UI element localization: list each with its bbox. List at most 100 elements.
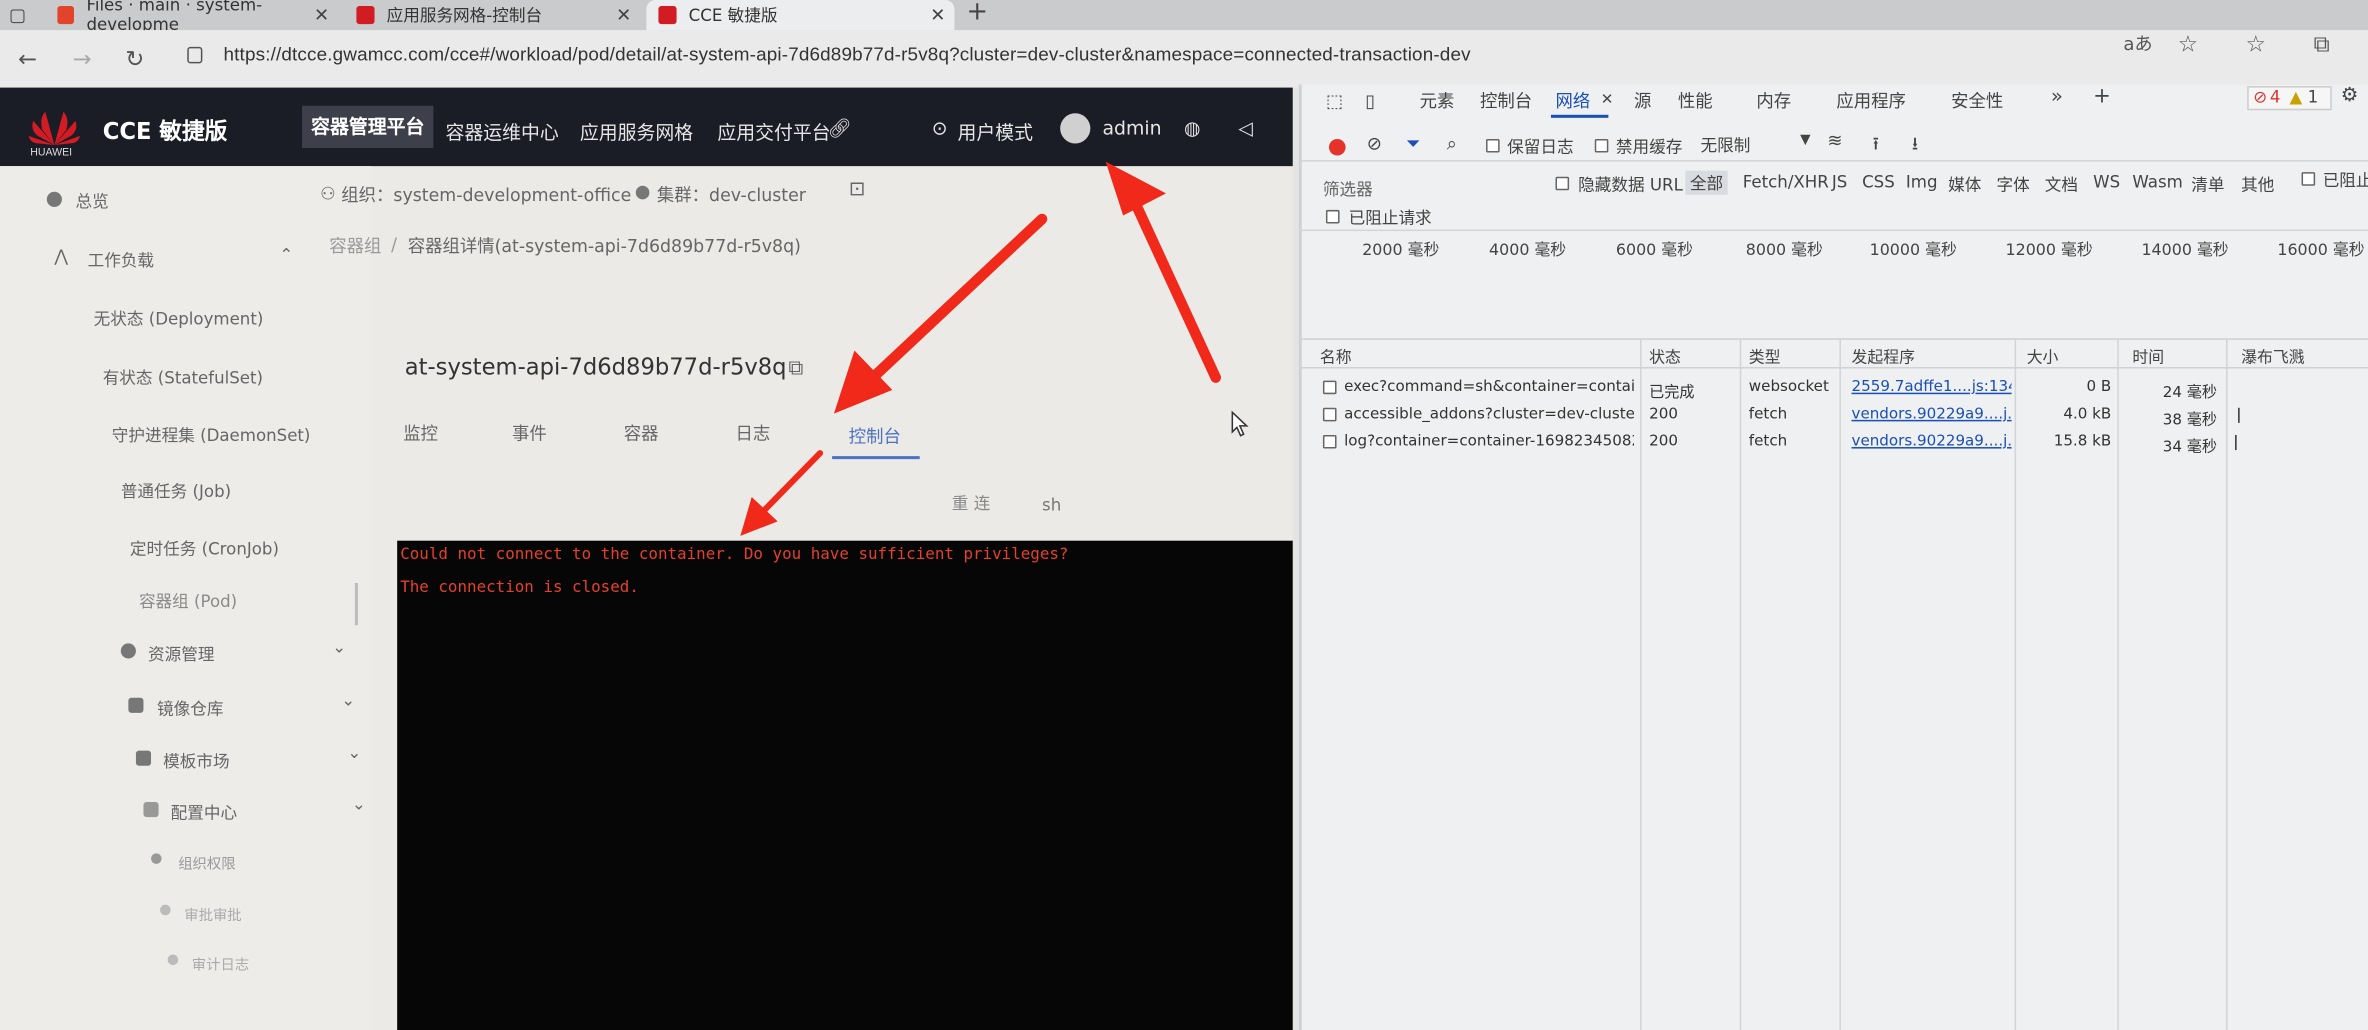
close-tab-icon[interactable]: ✕ [930,5,945,26]
devtools-tab-elements[interactable]: 元素 [1420,89,1455,113]
filter-type-css[interactable]: CSS [1862,172,1895,192]
request-name[interactable]: log?container=container-169823450821... [1344,433,1634,450]
request-name[interactable]: accessible_addons?cluster=dev-cluster [1344,406,1634,423]
favorites-list-icon[interactable]: ☆ [2246,30,2266,57]
devtools-tab-security[interactable]: 安全性 [1951,89,2003,113]
column-type[interactable]: 类型 [1749,346,1781,369]
inspect-icon[interactable]: ⬚ [1326,91,1343,112]
tab-monitor[interactable]: 监控 [403,421,438,445]
close-tab-icon[interactable]: ✕ [314,5,329,26]
preserve-log-checkbox[interactable] [1486,138,1500,153]
record-button[interactable] [1328,138,1346,156]
sidebar-item-workloads[interactable]: 工作负载 [88,248,154,272]
export-har-icon[interactable]: ⭳ [1912,130,1918,162]
sidebar-item-image-repo[interactable]: 镜像仓库 [157,696,223,720]
filter-type-media[interactable]: 媒体 [1948,172,1981,196]
devtools-tab-memory[interactable]: 内存 [1756,89,1791,113]
close-network-tab-icon[interactable]: ✕ [1601,92,1614,109]
favorite-icon[interactable]: ☆ [2178,30,2198,57]
new-tab-button[interactable]: + [967,0,989,27]
browser-tab-gitlab[interactable]: Files · main · system-developme ✕ [45,0,338,35]
browser-tab-cce[interactable]: CCE 敏捷版 ✕ [646,0,955,31]
filter-type-font[interactable]: 字体 [1996,172,2029,196]
nav-delivery-platform[interactable]: 应用交付平台 [717,116,830,145]
back-icon[interactable]: ← [18,45,37,72]
search-icon[interactable]: ⌕ [1447,133,1457,156]
column-initiator[interactable]: 发起程序 [1852,346,1915,369]
devtools-tab-sources[interactable]: 源 [1634,89,1651,113]
filter-type-other[interactable]: 其他 [2241,172,2274,196]
nav-service-mesh[interactable]: 应用服务网格 [580,116,693,145]
sidebar-item-cronjob[interactable]: 定时任务 (CronJob) [130,536,279,560]
chevron-down-icon[interactable]: ⌄ [341,690,355,710]
user-menu[interactable]: admin [1102,116,1161,139]
tab-containers[interactable]: 容器 [624,421,659,445]
request-initiator[interactable]: vendors.90229a9....j... [1852,406,2012,423]
user-mode-icon[interactable]: ⊙ [932,116,948,139]
collections-icon[interactable]: ⧉ [2314,30,2330,57]
request-initiator[interactable]: vendors.90229a9....j... [1852,433,2012,450]
org-selector[interactable]: 组织：system-development-office [341,183,631,207]
column-time[interactable]: 时间 [2132,346,2164,369]
sidebar-item-audit[interactable]: 审计日志 [192,953,249,975]
chevron-up-icon[interactable]: ⌃ [279,245,293,265]
devtools-tab-application[interactable]: 应用程序 [1836,89,1905,113]
column-status[interactable]: 状态 [1649,346,1681,369]
announcement-icon[interactable]: ◁ [1238,116,1253,139]
chevron-down-icon[interactable]: ⌄ [332,637,346,657]
sidebar-scroll-indicator[interactable] [354,582,358,626]
chevron-down-icon[interactable]: ⌄ [347,743,361,763]
browser-tab-asm[interactable]: 应用服务网格-控制台 ✕ [344,0,640,30]
sidebar-item-resources[interactable]: 资源管理 [148,642,214,666]
devtools-tab-console[interactable]: 控制台 [1480,89,1532,113]
sidebar-item-org[interactable]: 组织权限 [178,852,235,873]
device-toolbar-icon[interactable]: ▯ [1365,91,1375,112]
blocked-requests-checkbox[interactable] [1325,209,1340,224]
devtools-tab-network[interactable]: 网络 [1556,89,1591,113]
request-initiator[interactable]: 2559.7adffe1....js:1346 [1852,379,2012,396]
terminal-console[interactable]: Could not connect to the container. Do y… [397,540,1293,1030]
sidebar-item-statefulset[interactable]: 有状态 (StatefulSet) [103,365,263,389]
shell-command-input[interactable] [1029,489,1257,520]
table-row[interactable]: log?container=container-169823450821... … [1302,429,2368,456]
filter-icon[interactable]: ⏷ [1406,133,1421,156]
filter-type-fetch-xhr[interactable]: Fetch/XHR [1743,172,1829,192]
forward-icon[interactable]: → [72,45,91,72]
nav-ops-center[interactable]: 容器运维中心 [446,116,559,145]
devtools-tab-performance[interactable]: 性能 [1678,89,1713,113]
settings-icon[interactable]: ⚙ [2341,85,2359,108]
sidebar-item-config[interactable]: 配置中心 [171,800,237,824]
tab-logs[interactable]: 日志 [735,421,770,445]
reload-icon[interactable]: ↻ [125,45,144,72]
user-mode-button[interactable]: 用户模式 [957,116,1033,145]
throttling-dropdown-icon[interactable]: ▼ [1800,133,1810,148]
close-tab-icon[interactable]: ✕ [616,5,631,26]
throttling-select[interactable]: 无限制 [1700,133,1750,157]
disable-cache-checkbox[interactable] [1594,138,1609,153]
avatar[interactable] [1060,113,1091,144]
tab-console[interactable]: 控制台 [849,424,901,448]
chevron-down-icon[interactable]: ⌄ [352,794,366,814]
filter-type-manifest[interactable]: 清单 [2191,172,2224,196]
read-aloud-icon[interactable]: aあ [2123,30,2152,56]
timeline-overview[interactable] [1302,263,2368,339]
column-size[interactable]: 大小 [2027,346,2059,369]
filter-type-img[interactable]: Img [1906,172,1938,192]
table-row[interactable]: accessible_addons?cluster=dev-cluster 20… [1302,402,2368,429]
sidebar-item-deployment[interactable]: 无状态 (Deployment) [94,307,264,331]
clear-icon[interactable]: ⊘ [1367,133,1382,154]
filter-type-js[interactable]: JS [1832,172,1847,192]
globe-icon[interactable]: ◍ [1184,116,1200,139]
url-field[interactable]: https://dtcce.gwamcc.com/cce#/workload/p… [224,44,1471,65]
filter-type-all[interactable]: 全部 [1685,170,1728,195]
filter-type-ws[interactable]: WS [2093,172,2120,192]
filter-type-wasm[interactable]: Wasm [2132,172,2182,192]
tab-actions-icon[interactable]: ▢ [9,5,26,26]
sidebar-item-overview[interactable]: 总览 [76,189,109,213]
sidebar-item-approval[interactable]: 审批审批 [184,903,241,925]
table-row[interactable]: exec?command=sh&container=containe... 已完… [1302,375,2368,402]
more-tabs-icon[interactable]: » [2051,86,2063,109]
request-name[interactable]: exec?command=sh&container=containe... [1344,379,1634,396]
sidebar-item-daemonset[interactable]: 守护进程集 (DaemonSet) [112,423,311,447]
column-name[interactable]: 名称 [1320,346,1352,369]
